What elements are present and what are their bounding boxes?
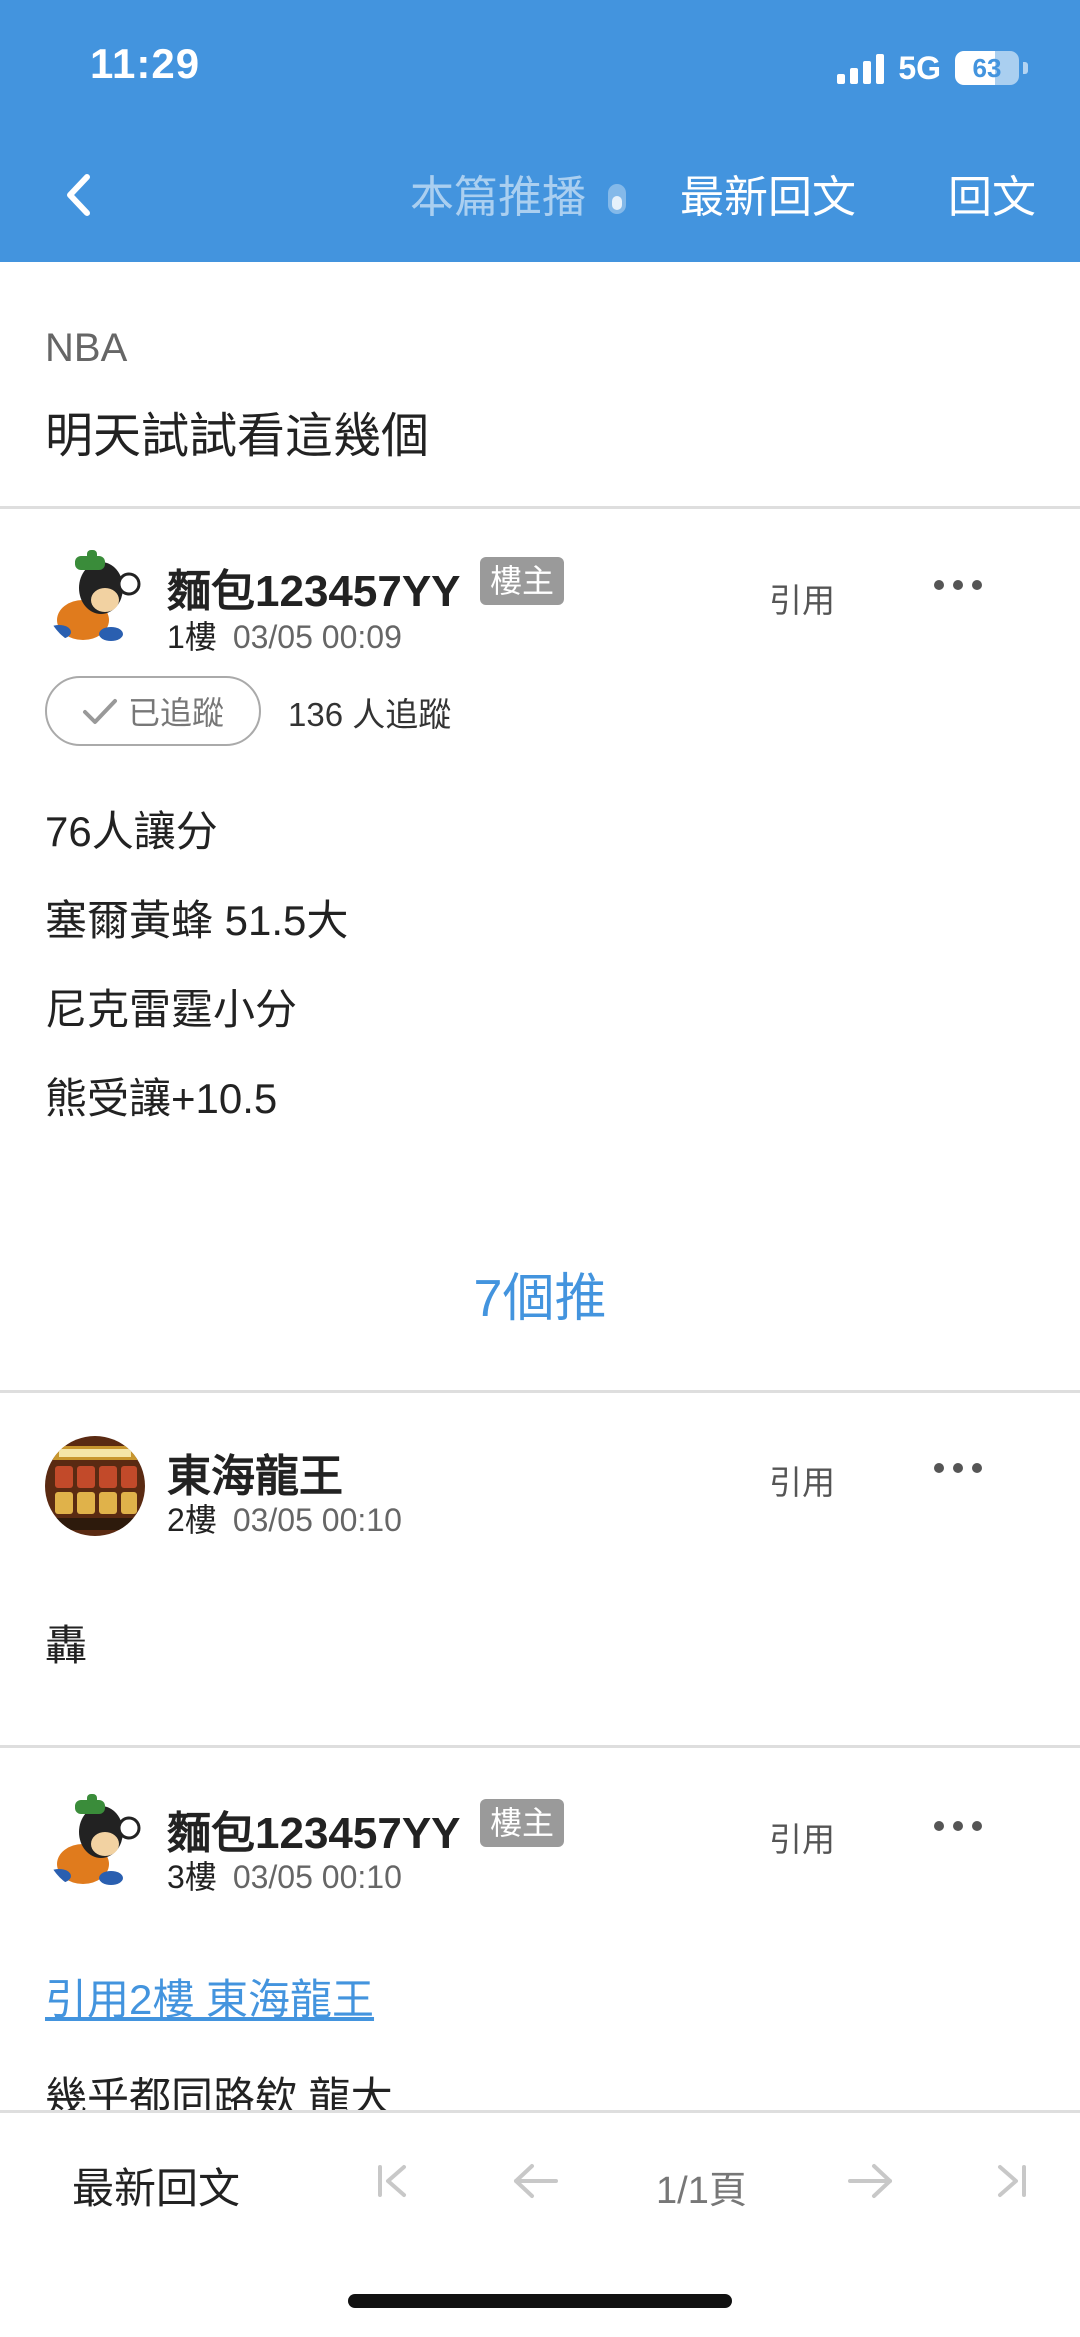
follow-button[interactable]: 已追蹤 <box>45 676 261 746</box>
more-options-icon[interactable] <box>934 565 982 605</box>
floor-info: 1樓 03/05 00:09 <box>167 612 402 658</box>
floor-info: 3樓 03/05 00:10 <box>167 1852 402 1898</box>
divider <box>0 1390 1080 1393</box>
more-options-icon[interactable] <box>934 1806 982 1846</box>
username[interactable]: 麵包123457YY <box>167 555 461 619</box>
previous-page-button[interactable] <box>506 2151 566 2211</box>
status-icons: 5G 63 <box>837 48 1028 88</box>
battery-level: 63 <box>972 52 1002 83</box>
post-line: 轟 <box>45 1622 88 1669</box>
op-badge: 樓主 <box>480 557 565 605</box>
post-line: 尼克雷霆小分 <box>45 986 298 1033</box>
post-line: 熊受讓+10.5 <box>45 1075 278 1122</box>
thread-title: 明天試試看這幾個 <box>45 410 430 463</box>
more-options-icon[interactable] <box>934 1448 982 1488</box>
first-page-icon <box>378 2165 406 2197</box>
back-button[interactable] <box>48 160 108 230</box>
floor-info: 2樓 03/05 00:10 <box>167 1495 402 1541</box>
network-label: 5G <box>898 49 941 86</box>
reply-button[interactable]: 回文 <box>948 168 1036 228</box>
check-icon <box>82 699 117 724</box>
status-time: 11:29 <box>90 40 201 87</box>
post-line: 塞爾黃蜂 51.5大 <box>45 897 349 944</box>
arrow-left-icon <box>514 2164 558 2198</box>
quote-reference-link[interactable]: 引用2樓 東海龍王 <box>45 1966 374 2027</box>
battery-icon: 63 <box>955 51 1019 85</box>
post-line: 76人讓分 <box>45 808 218 855</box>
follow-label: 已追蹤 <box>127 695 224 731</box>
top-bar: 11:29 5G 63 本篇推播 最新回文 回文 <box>0 0 1080 262</box>
floor-number: 2樓 <box>167 1502 217 1538</box>
goofy-avatar-icon <box>45 548 145 648</box>
floor-number: 3樓 <box>167 1859 217 1895</box>
op-badge: 樓主 <box>480 1799 565 1847</box>
board-name[interactable]: NBA <box>45 326 127 371</box>
chevron-left-icon <box>67 174 90 216</box>
avatar[interactable] <box>45 548 145 648</box>
avatar[interactable] <box>45 1792 145 1892</box>
post-datetime: 03/05 00:09 <box>232 619 402 655</box>
avatar[interactable] <box>45 1436 145 1536</box>
latest-replies-button[interactable]: 最新回文 <box>680 168 856 228</box>
signal-icon <box>837 52 885 84</box>
broadcast-toggle-icon[interactable] <box>608 184 626 214</box>
latest-replies-bottom-button[interactable]: 最新回文 <box>72 2155 240 2216</box>
slot-machine-avatar-icon <box>45 1436 145 1536</box>
post-datetime: 03/05 00:10 <box>232 1859 402 1895</box>
quote-button[interactable]: 引用 <box>769 1456 835 1504</box>
next-page-button[interactable] <box>840 2151 900 2211</box>
quote-button[interactable]: 引用 <box>769 574 835 622</box>
arrow-right-icon <box>848 2164 892 2198</box>
home-indicator[interactable] <box>348 2294 732 2308</box>
post-datetime: 03/05 00:10 <box>232 1502 402 1538</box>
page-indicator[interactable]: 1/1頁 <box>656 2159 747 2214</box>
battery-cap <box>1023 62 1028 74</box>
divider <box>0 1745 1080 1748</box>
goofy-avatar-icon <box>45 1792 145 1892</box>
divider <box>0 506 1080 509</box>
last-page-icon <box>998 2165 1026 2197</box>
first-page-button[interactable] <box>364 2151 424 2211</box>
follow-count: 136 人追蹤 <box>288 696 452 733</box>
broadcast-button[interactable]: 本篇推播 <box>410 168 586 228</box>
last-page-button[interactable] <box>980 2151 1040 2211</box>
quote-button[interactable]: 引用 <box>769 1813 835 1861</box>
push-count-button[interactable]: 7個推 <box>0 1256 1080 1331</box>
floor-number: 1樓 <box>167 619 217 655</box>
